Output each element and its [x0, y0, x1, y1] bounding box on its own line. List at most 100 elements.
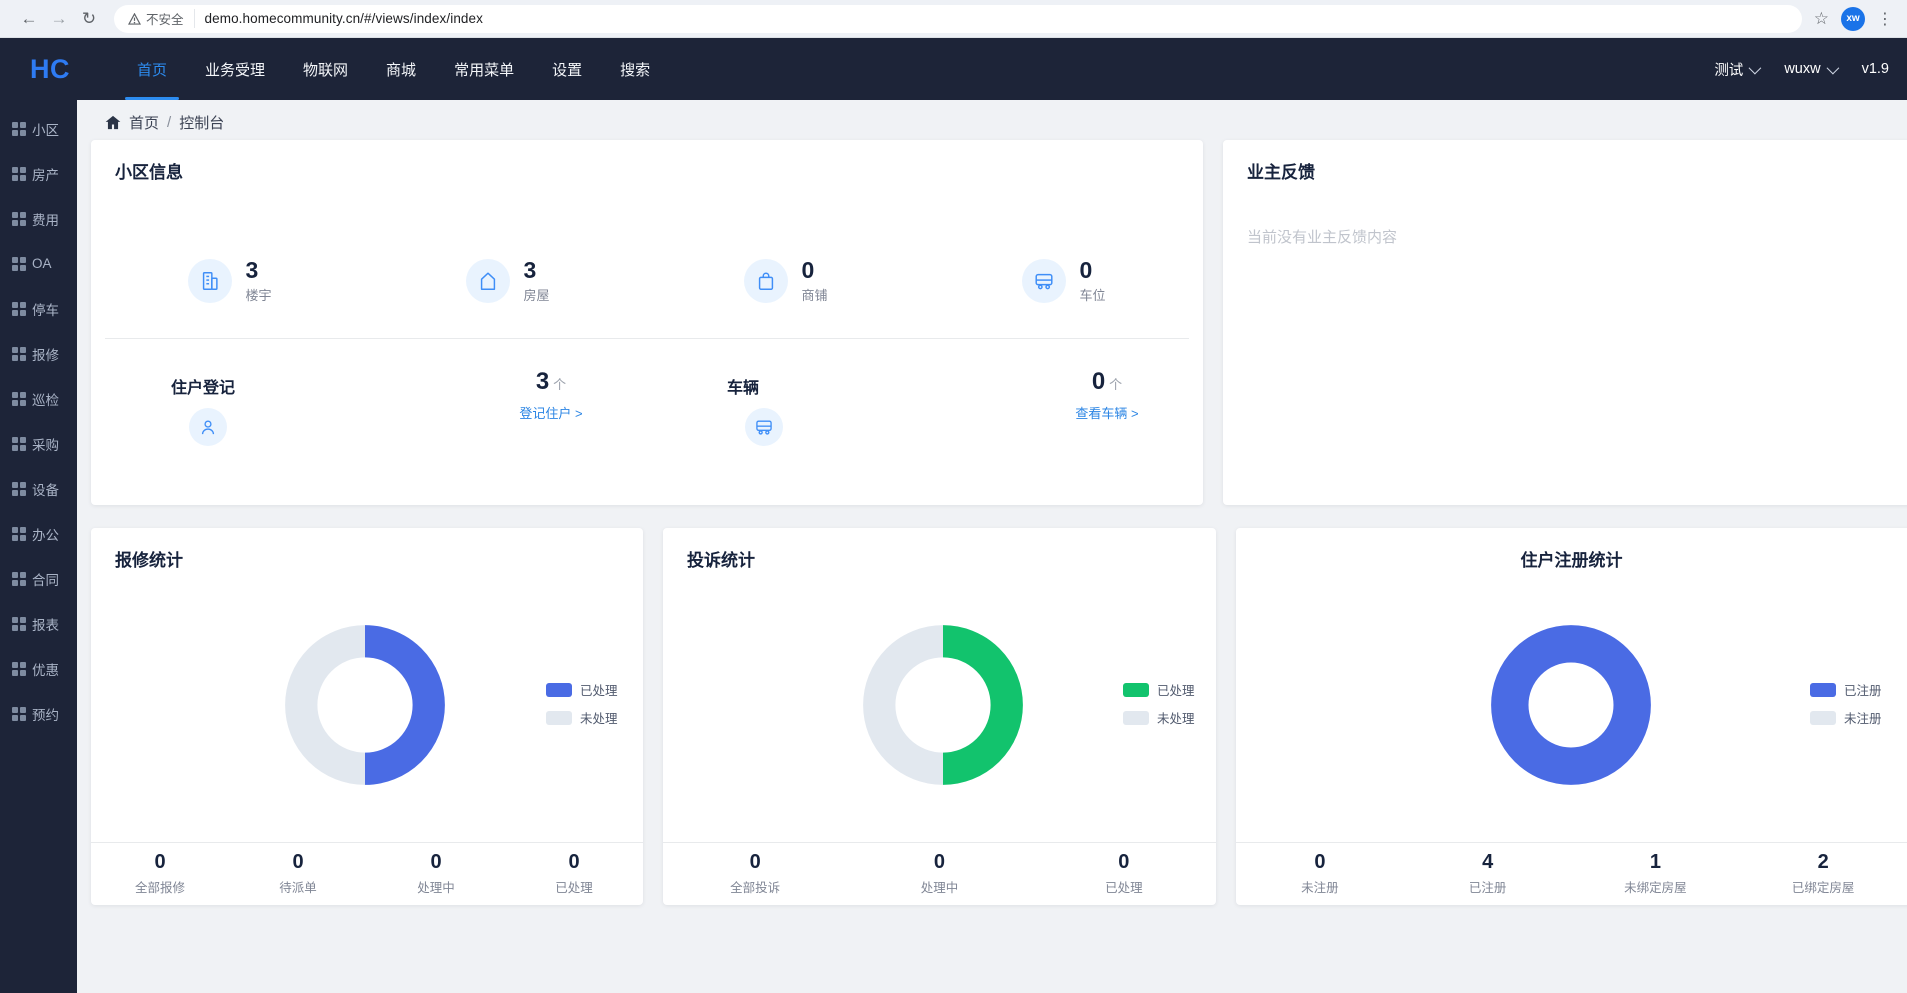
section-title: 车辆 — [727, 374, 759, 398]
footer-stat: 1未绑定房屋 — [1572, 852, 1740, 896]
chart-footer-stats: 0全部投诉 0处理中 0已处理 — [663, 842, 1216, 905]
url-text: demo.homecommunity.cn/#/views/index/inde… — [205, 11, 483, 26]
reload-button[interactable]: ↻ — [74, 4, 104, 34]
warning-icon — [128, 13, 141, 25]
breadcrumb-home[interactable]: 首页 — [129, 112, 159, 133]
sidebar-item-community[interactable]: 小区 — [0, 106, 77, 151]
chevron-down-icon — [1826, 61, 1839, 74]
bus-icon — [754, 417, 774, 437]
app-logo[interactable]: HC — [30, 54, 70, 85]
sidebar-item-repair[interactable]: 报修 — [0, 331, 77, 376]
legend-swatch — [1810, 711, 1836, 725]
registration-donut-chart — [1486, 620, 1656, 790]
resident-register-section: 住户登记 3个 登记住户 > — [91, 338, 647, 505]
grid-icon — [12, 482, 26, 496]
grid-icon — [12, 527, 26, 541]
breadcrumb-separator: / — [167, 114, 171, 131]
legend-item-registered[interactable]: 已注册 — [1810, 680, 1882, 699]
chart-footer-stats: 0未注册 4已注册 1未绑定房屋 2已绑定房屋 — [1236, 842, 1907, 905]
grid-icon — [12, 617, 26, 631]
nav-item-home[interactable]: 首页 — [118, 38, 186, 100]
footer-stat: 0待派单 — [229, 852, 367, 896]
legend-swatch — [546, 683, 572, 697]
sidebar-item-office[interactable]: 办公 — [0, 511, 77, 556]
sidebar-item-report[interactable]: 报表 — [0, 601, 77, 646]
vehicle-count: 0 — [1092, 368, 1105, 395]
grid-icon — [12, 572, 26, 586]
footer-stat: 0未注册 — [1236, 852, 1404, 896]
site-security-chip[interactable]: 不安全 — [128, 9, 195, 28]
legend-item-processed[interactable]: 已处理 — [1123, 680, 1195, 699]
house-icon — [477, 270, 499, 292]
chart-title: 报修统计 — [115, 546, 183, 571]
nav-item-mall[interactable]: 商城 — [367, 38, 435, 100]
sidebar-item-equipment[interactable]: 设备 — [0, 466, 77, 511]
user-dropdown[interactable]: wuxw — [1784, 61, 1835, 77]
footer-stat: 0处理中 — [367, 852, 505, 896]
nav-item-business[interactable]: 业务受理 — [186, 38, 284, 100]
address-bar[interactable]: 不安全 demo.homecommunity.cn/#/views/index/… — [114, 5, 1802, 33]
breadcrumb-current: 控制台 — [179, 112, 224, 133]
resident-registration-stats-card: 住户注册统计 已注册 未注册 0未注册 4已注册 1未绑定房屋 2已绑定房屋 — [1236, 528, 1907, 905]
resident-count: 3 — [536, 368, 549, 395]
building-icon — [199, 270, 221, 292]
stat-houses: 3 房屋 — [369, 235, 647, 327]
register-resident-link[interactable]: 登记住户 > — [519, 403, 582, 422]
person-icon — [198, 417, 218, 437]
stat-shops: 0 商铺 — [647, 235, 925, 327]
feedback-empty-text: 当前没有业主反馈内容 — [1247, 226, 1397, 247]
nav-item-search[interactable]: 搜索 — [601, 38, 669, 100]
complaint-stats-card: 投诉统计 已处理 未处理 0全部投诉 0处理中 0已处理 — [663, 528, 1216, 905]
back-button[interactable]: ← — [14, 4, 44, 34]
sidebar-item-discount[interactable]: 优惠 — [0, 646, 77, 691]
chart-footer-stats: 0全部报修 0待派单 0处理中 0已处理 — [91, 842, 643, 905]
footer-stat: 4已注册 — [1404, 852, 1572, 896]
grid-icon — [12, 392, 26, 406]
view-vehicles-link[interactable]: 查看车辆 > — [1075, 403, 1138, 422]
grid-icon — [12, 437, 26, 451]
legend-item-processed[interactable]: 已处理 — [546, 680, 618, 699]
legend-item-unprocessed[interactable]: 未处理 — [1123, 708, 1195, 727]
shop-bag-icon — [755, 270, 777, 292]
grid-icon — [12, 707, 26, 721]
sidebar-item-inspection[interactable]: 巡检 — [0, 376, 77, 421]
nav-item-settings[interactable]: 设置 — [533, 38, 601, 100]
nav-item-iot[interactable]: 物联网 — [284, 38, 367, 100]
footer-stat: 2已绑定房屋 — [1739, 852, 1907, 896]
org-dropdown[interactable]: 测试 — [1714, 59, 1758, 80]
legend-swatch — [1123, 683, 1149, 697]
footer-stat: 0已处理 — [505, 852, 643, 896]
legend-swatch — [1123, 711, 1149, 725]
stat-buildings: 3 楼宇 — [91, 235, 369, 327]
bookmark-star-icon[interactable]: ☆ — [1814, 9, 1829, 29]
community-stats-row: 3 楼宇 3 房屋 0 商铺 — [91, 235, 1203, 327]
nav-item-common-menu[interactable]: 常用菜单 — [435, 38, 533, 100]
main-content: 首页 / 控制台 小区信息 3 楼宇 3 房屋 — [77, 100, 1907, 993]
legend-swatch — [1810, 683, 1836, 697]
browser-menu-icon[interactable]: ⋮ — [1877, 9, 1893, 29]
sidebar-item-fees[interactable]: 费用 — [0, 196, 77, 241]
vehicle-section: 车辆 0个 查看车辆 > — [647, 338, 1203, 505]
chart-legend: 已处理 未处理 — [1123, 680, 1195, 727]
chart-legend: 已处理 未处理 — [546, 680, 618, 727]
bus-icon — [1033, 270, 1055, 292]
complaint-donut-chart — [858, 620, 1028, 790]
forward-button[interactable]: → — [44, 4, 74, 34]
sidebar-item-oa[interactable]: OA — [0, 241, 77, 286]
top-navbar: HC 首页 业务受理 物联网 商城 常用菜单 设置 搜索 测试 wuxw v1.… — [0, 38, 1907, 100]
sidebar-item-property[interactable]: 房产 — [0, 151, 77, 196]
chart-title: 住户注册统计 — [1236, 546, 1907, 571]
sidebar-item-purchase[interactable]: 采购 — [0, 421, 77, 466]
community-info-card: 小区信息 3 楼宇 3 房屋 — [91, 140, 1203, 505]
browser-profile-avatar[interactable]: xw — [1841, 7, 1865, 31]
legend-item-unprocessed[interactable]: 未处理 — [546, 708, 618, 727]
owner-feedback-card: 业主反馈 当前没有业主反馈内容 — [1223, 140, 1907, 505]
version-label: v1.9 — [1862, 61, 1889, 77]
legend-swatch — [546, 711, 572, 725]
sidebar-item-contract[interactable]: 合同 — [0, 556, 77, 601]
sidebar-item-parking[interactable]: 停车 — [0, 286, 77, 331]
legend-item-unregistered[interactable]: 未注册 — [1810, 708, 1882, 727]
grid-icon — [12, 167, 26, 181]
sidebar-item-appointment[interactable]: 预约 — [0, 691, 77, 736]
repair-stats-card: 报修统计 已处理 未处理 0全部报修 0待派单 0处理中 0已处理 — [91, 528, 643, 905]
